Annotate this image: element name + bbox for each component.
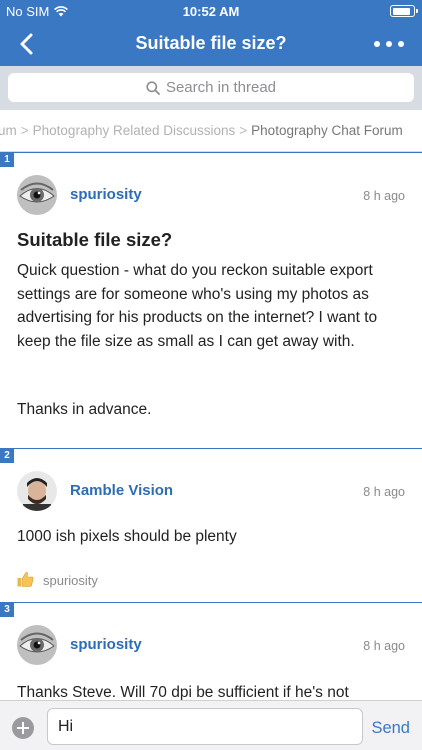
breadcrumb-item[interactable]: Photography Related Discussions <box>33 123 236 138</box>
author-name[interactable]: spuriosity <box>70 636 142 653</box>
post: 3 spuriosity 8 h ago Thanks Steve. Will … <box>0 602 422 700</box>
breadcrumb-separator: > <box>239 123 248 138</box>
post-number: 2 <box>0 449 14 463</box>
post-number: 3 <box>0 603 14 617</box>
breadcrumb-separator: > <box>20 123 29 138</box>
page-title: Suitable file size? <box>135 33 287 53</box>
search-area: Search in thread <box>0 66 422 110</box>
post-title: Suitable file size? <box>17 229 173 250</box>
nav-bar: Suitable file size? <box>0 22 422 66</box>
battery-icon <box>390 5 418 17</box>
like-row: spuriosity <box>17 571 98 590</box>
battery-level <box>392 7 410 15</box>
avatar[interactable] <box>17 625 57 665</box>
more-dots-icon <box>374 41 380 47</box>
avatar[interactable] <box>17 471 57 511</box>
reply-input[interactable] <box>47 708 363 745</box>
search-input[interactable]: Search in thread <box>8 73 414 102</box>
author-name[interactable]: spuriosity <box>70 186 142 203</box>
back-button[interactable] <box>14 30 42 58</box>
author-name[interactable]: Ramble Vision <box>70 482 173 499</box>
post-body: Thanks Steve. Will 70 dpi be sufficient … <box>17 684 349 700</box>
post: 2 Ramble Vision 8 h ago 1000 ish pixels … <box>0 448 422 602</box>
more-dots-icon <box>386 41 392 47</box>
thumbs-up-icon[interactable] <box>17 571 34 590</box>
avatar[interactable] <box>17 175 57 215</box>
more-dots-icon <box>398 41 404 47</box>
clock: 10:52 AM <box>182 4 240 19</box>
status-bar: No SIM 10:52 AM <box>0 0 422 22</box>
add-attachment-button[interactable] <box>12 717 34 739</box>
post-number: 1 <box>0 153 14 167</box>
breadcrumb-item-current[interactable]: Photography Chat Forum <box>251 123 403 138</box>
like-user[interactable]: spuriosity <box>43 573 98 588</box>
person-avatar-image <box>17 471 57 511</box>
post-time: 8 h ago <box>363 485 405 499</box>
more-button[interactable] <box>374 34 404 54</box>
post-feed[interactable]: 1 spuriosity 8 h ago Suitable file size?… <box>0 152 422 700</box>
reply-composer: Send <box>0 700 422 750</box>
eye-avatar-image <box>17 625 57 665</box>
post: 1 spuriosity 8 h ago Suitable file size?… <box>0 152 422 448</box>
chevron-left-icon <box>20 33 33 55</box>
search-icon <box>146 80 160 95</box>
send-button[interactable]: Send <box>371 719 410 738</box>
breadcrumb: um > Photography Related Discussions > P… <box>0 110 422 152</box>
post-body: 1000 ish pixels should be plenty <box>17 528 237 545</box>
post-time: 8 h ago <box>363 189 405 203</box>
breadcrumb-item[interactable]: um <box>0 123 17 138</box>
eye-avatar-image <box>17 175 57 215</box>
post-body-closing: Thanks in advance. <box>17 401 152 418</box>
search-placeholder: Search in thread <box>165 79 277 96</box>
post-body: Quick question - what do you reckon suit… <box>17 262 378 350</box>
post-time: 8 h ago <box>363 639 405 653</box>
